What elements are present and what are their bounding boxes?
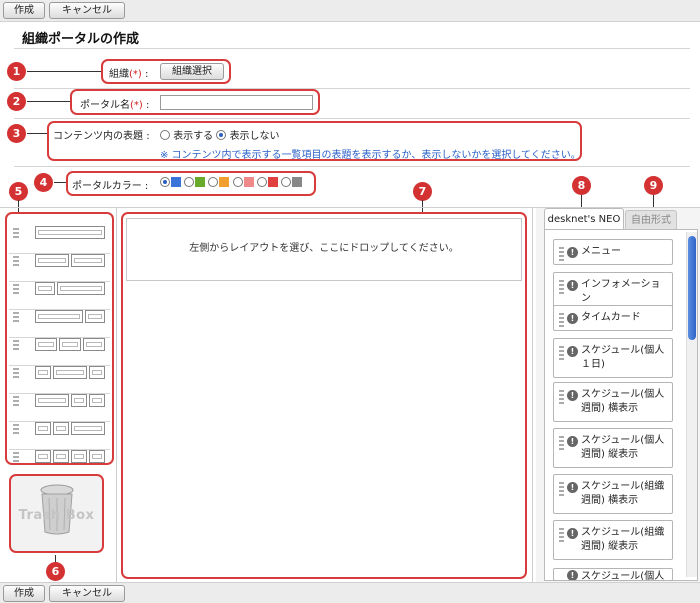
content-item[interactable]: ! タイムカード xyxy=(553,305,673,331)
color-radio-3[interactable] xyxy=(208,177,219,187)
color-radio-1[interactable] xyxy=(160,177,170,187)
drag-handle-icon xyxy=(559,528,564,542)
content-item[interactable]: ! スケジュール(個人１日) xyxy=(553,338,673,378)
connector-line xyxy=(27,101,70,102)
connector-line xyxy=(581,195,582,207)
connector-line xyxy=(422,200,423,212)
heading-hide-radio[interactable] xyxy=(216,130,227,140)
badge-8: 8 xyxy=(572,176,591,195)
heading-show-label: 表示する xyxy=(173,131,214,142)
connector-line xyxy=(54,182,66,183)
badge-9: 9 xyxy=(644,176,663,195)
drag-handle-icon xyxy=(13,396,19,408)
heading-radio-group: 表示する 表示しない xyxy=(160,127,280,142)
heading-hide-label: 表示しない xyxy=(229,131,280,142)
badge-5: 5 xyxy=(9,182,28,201)
scrollbar-thumb[interactable] xyxy=(688,236,696,340)
color-label: ポータルカラー : xyxy=(72,181,149,192)
badge-3: 3 xyxy=(7,124,26,143)
content-item[interactable]: ! メニュー xyxy=(553,239,673,265)
drag-handle-icon xyxy=(13,340,19,352)
color-swatch xyxy=(219,177,230,187)
drag-handle-icon xyxy=(559,313,564,327)
drag-handle-icon xyxy=(559,390,564,404)
connector-line xyxy=(27,71,101,72)
drag-handle-icon xyxy=(559,346,564,360)
drag-handle-icon xyxy=(13,256,19,268)
scrollbar[interactable] xyxy=(686,232,697,577)
info-icon: ! xyxy=(567,280,578,291)
color-options xyxy=(160,177,302,189)
page-title: 組織ポータルの作成 xyxy=(22,32,140,47)
color-swatch xyxy=(291,177,302,187)
drag-handle-icon xyxy=(559,280,564,294)
drag-handle-icon xyxy=(559,482,564,496)
info-icon: ! xyxy=(567,482,578,493)
drag-handle-icon xyxy=(559,436,564,450)
info-icon: ! xyxy=(567,390,578,401)
badge-6: 6 xyxy=(46,562,65,581)
drag-handle-icon xyxy=(13,368,19,380)
connector-line xyxy=(653,195,654,207)
drag-handle-icon xyxy=(13,284,19,296)
drag-handle-icon xyxy=(13,424,19,436)
drag-handle-icon xyxy=(13,228,19,240)
heading-note: ※ コンテンツ内で表示する一覧項目の表題を表示するか、表示しないかを選択してくだ… xyxy=(160,150,581,161)
drag-handle-icon xyxy=(13,452,19,464)
create-button-bottom[interactable]: 作成 xyxy=(3,585,45,602)
layout-option[interactable] xyxy=(9,438,110,478)
drag-handle-icon xyxy=(13,312,19,324)
color-swatch xyxy=(243,177,254,187)
color-radio-2[interactable] xyxy=(184,177,195,187)
heading-label: コンテンツ内の表題 : xyxy=(53,131,150,142)
info-icon: ! xyxy=(567,346,578,357)
color-swatch xyxy=(195,177,206,187)
org-select-button[interactable]: 組織選択 xyxy=(160,63,224,80)
divider xyxy=(14,118,690,119)
content-item[interactable]: ! スケジュール(組織週間) 横表示 xyxy=(553,474,673,514)
bottom-toolbar: 作成 キャンセル xyxy=(0,582,700,603)
badge-7: 7 xyxy=(413,182,432,201)
divider xyxy=(14,166,690,167)
connector-line xyxy=(18,200,19,212)
color-swatch xyxy=(171,177,181,187)
divider xyxy=(116,207,117,582)
create-button[interactable]: 作成 xyxy=(3,2,45,19)
cancel-button-bottom[interactable]: キャンセル xyxy=(49,585,125,602)
content-item[interactable]: !スケジュール(個人月 xyxy=(553,568,673,581)
color-radio-5[interactable] xyxy=(256,177,267,187)
content-item[interactable]: ! スケジュール(個人週間) 縦表示 xyxy=(553,428,673,468)
top-toolbar: 作成 キャンセル xyxy=(0,0,700,22)
info-icon: ! xyxy=(567,528,578,539)
trash-box[interactable]: Trash Box xyxy=(9,474,104,553)
badge-1: 1 xyxy=(7,62,26,81)
portal-name-label: ポータル名(*) : xyxy=(80,100,150,111)
badge-4: 4 xyxy=(34,173,53,192)
divider xyxy=(532,207,533,582)
content-item[interactable]: ! スケジュール(個人週間) 横表示 xyxy=(553,382,673,422)
divider xyxy=(14,48,690,49)
portal-name-input[interactable] xyxy=(160,95,313,110)
org-label: 組織(*) : xyxy=(109,69,149,80)
connector-line xyxy=(27,133,47,134)
tab-desknets-neo[interactable]: desknet's NEO xyxy=(544,208,624,230)
color-swatch xyxy=(267,177,278,187)
color-radio-6[interactable] xyxy=(280,177,291,187)
heading-show-radio[interactable] xyxy=(160,130,170,140)
drop-zone[interactable]: 左側からレイアウトを選び、ここにドロップしてください。 xyxy=(126,218,522,281)
info-icon: ! xyxy=(567,313,578,324)
tab-free-format[interactable]: 自由形式 xyxy=(625,210,677,230)
color-radio-4[interactable] xyxy=(232,177,243,187)
trash-label: Trash Box xyxy=(18,508,95,523)
cancel-button[interactable]: キャンセル xyxy=(49,2,125,19)
badge-2: 2 xyxy=(7,92,26,111)
info-icon: ! xyxy=(567,436,578,447)
content-item[interactable]: ! スケジュール(組織週間) 縦表示 xyxy=(553,520,673,560)
info-icon: ! xyxy=(567,247,578,258)
drag-handle-icon xyxy=(559,247,564,261)
info-icon: ! xyxy=(567,570,578,580)
